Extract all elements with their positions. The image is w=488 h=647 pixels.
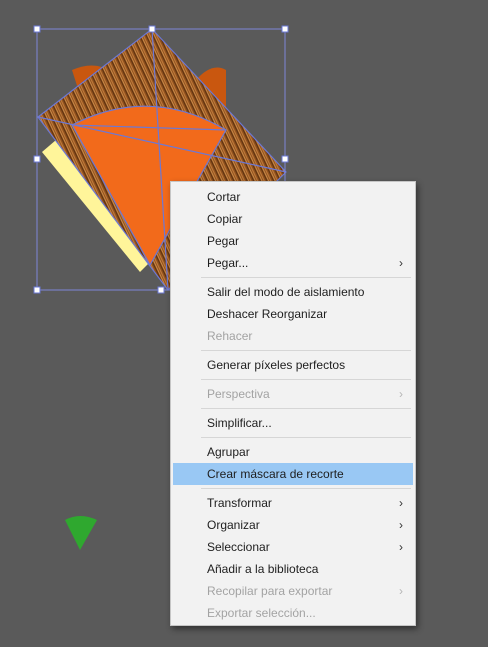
context-menu: Cortar Copiar Pegar Pegar... › Salir del modo…: [170, 181, 416, 626]
chevron-right-icon: ›: [399, 387, 403, 401]
menu-item-label: Simplificar...: [207, 416, 272, 430]
menu-separator: [201, 379, 411, 380]
menu-item-salir-del-modo-de-aislamiento[interactable]: Salir del modo de aislamiento: [173, 281, 413, 303]
chevron-right-icon: ›: [399, 496, 403, 510]
menu-item-anadir-a-la-biblioteca[interactable]: Añadir a la biblioteca: [173, 558, 413, 580]
menu-item-label: Copiar: [207, 212, 243, 226]
handle-bottom-center[interactable]: [157, 286, 165, 294]
handle-middle-left[interactable]: [33, 155, 41, 163]
menu-item-label: Perspectiva: [207, 387, 270, 401]
menu-item-label: Organizar: [207, 518, 260, 532]
menu-item-label: Recopilar para exportar: [207, 584, 333, 598]
handle-bottom-left[interactable]: [33, 286, 41, 294]
menu-item-copiar[interactable]: Copiar: [173, 208, 413, 230]
menu-item-label: Rehacer: [207, 329, 253, 343]
menu-item-label: Añadir a la biblioteca: [207, 562, 319, 576]
menu-separator: [201, 350, 411, 351]
menu-item-cortar[interactable]: Cortar: [173, 186, 413, 208]
handle-top-right[interactable]: [281, 25, 289, 33]
chevron-right-icon: ›: [399, 540, 403, 554]
menu-separator: [201, 277, 411, 278]
menu-item-label: Crear máscara de recorte: [207, 467, 344, 481]
chevron-right-icon: ›: [399, 584, 403, 598]
chevron-right-icon: ›: [399, 256, 403, 270]
handle-top-left[interactable]: [33, 25, 41, 33]
handle-middle-right[interactable]: [281, 155, 289, 163]
menu-item-label: Salir del modo de aislamiento: [207, 285, 365, 299]
menu-separator: [201, 437, 411, 438]
menu-item-label: Pegar...: [207, 256, 249, 270]
green-wedge-shape: [65, 516, 97, 550]
menu-item-rehacer: Rehacer: [173, 325, 413, 347]
menu-item-crear-mascara-de-recorte[interactable]: Crear máscara de recorte: [173, 463, 413, 485]
menu-item-simplificar[interactable]: Simplificar...: [173, 412, 413, 434]
menu-item-recopilar-para-exportar: Recopilar para exportar ›: [173, 580, 413, 602]
menu-item-label: Exportar selección...: [207, 606, 316, 620]
menu-item-label: Cortar: [207, 190, 241, 204]
menu-item-generar-pixeles-perfectos[interactable]: Generar píxeles perfectos: [173, 354, 413, 376]
menu-item-pegar[interactable]: Pegar: [173, 230, 413, 252]
menu-item-perspectiva: Perspectiva ›: [173, 383, 413, 405]
chevron-right-icon: ›: [399, 518, 403, 532]
menu-separator: [201, 408, 411, 409]
menu-item-label: Deshacer Reorganizar: [207, 307, 328, 321]
menu-item-organizar[interactable]: Organizar ›: [173, 514, 413, 536]
menu-item-transformar[interactable]: Transformar ›: [173, 492, 413, 514]
handle-top-center[interactable]: [148, 25, 156, 33]
menu-item-label: Generar píxeles perfectos: [207, 358, 346, 372]
menu-item-label: Transformar: [207, 496, 272, 510]
menu-separator: [201, 488, 411, 489]
menu-item-agrupar[interactable]: Agrupar: [173, 441, 413, 463]
menu-item-label: Seleccionar: [207, 540, 270, 554]
menu-item-exportar-seleccion: Exportar selección...: [173, 602, 413, 624]
menu-item-seleccionar[interactable]: Seleccionar ›: [173, 536, 413, 558]
menu-item-label: Pegar: [207, 234, 240, 248]
menu-item-deshacer-reorganizar[interactable]: Deshacer Reorganizar: [173, 303, 413, 325]
menu-item-pegar[interactable]: Pegar... ›: [173, 252, 413, 274]
menu-item-label: Agrupar: [207, 445, 250, 459]
